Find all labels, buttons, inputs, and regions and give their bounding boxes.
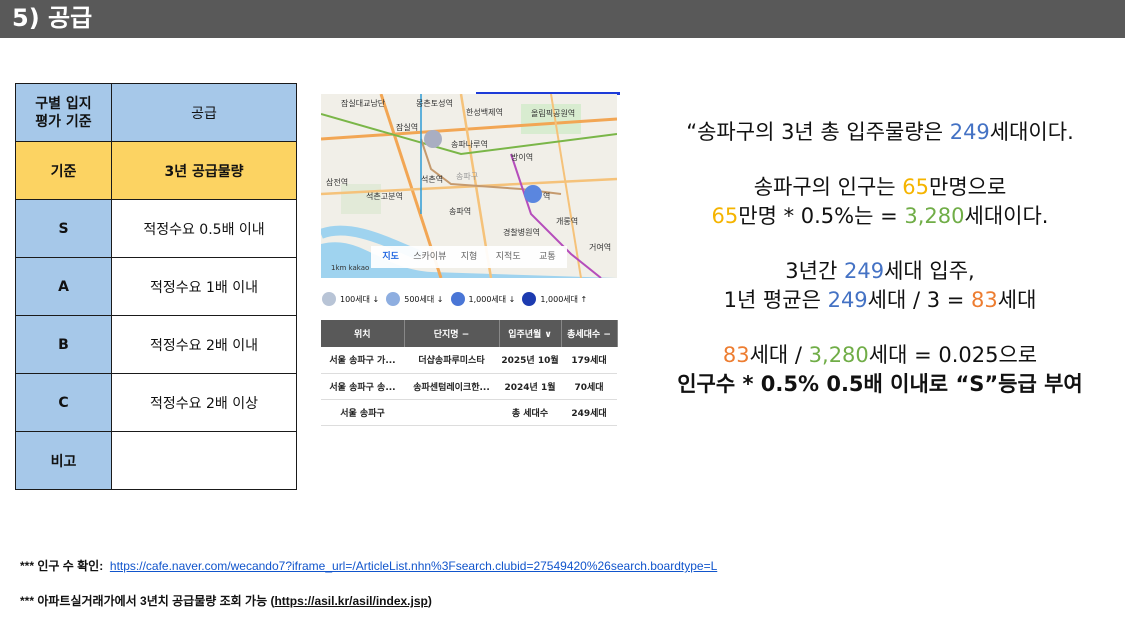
criteria-grade: 기준 [15,141,112,200]
map-tab-bar: 지도 스카이뷰 지형 지적도 교통 [371,246,567,268]
table-cell: 2025년 10월 [499,347,561,374]
table-cell: 송파센텀레이크한... [404,373,499,400]
pin-icon [322,292,336,306]
criteria-value: 적정수요 0.5배 이내 [111,199,297,258]
table-row: 서울 송파구 총 세대수 249세대 [321,399,617,426]
criteria-header-left: 구별 입지 평가 기준 [15,83,112,142]
col-location[interactable]: 위치 [321,320,405,347]
map-label: 석촌고분역 [366,192,403,201]
table-cell: 더샵송파루미스타 [404,347,499,374]
map-label: 방이역 [511,153,534,162]
map-label: 몽촌토성역 [416,99,453,108]
analysis-line: 65만명 * 0.5%는 = 3,280세대이다. [711,204,1049,228]
criteria-row: B 적정수요 2배 이내 [15,315,297,374]
asil-link[interactable]: https://asil.kr/asil/index.jsp [274,594,427,608]
analysis-line: 1년 평균은 249세대 / 3 = 83세대 [723,288,1037,312]
complex-table: 위치 단지명 − 입주년월 ∨ 총세대수 − 서울 송파구 가... 더샵송파루… [321,320,618,426]
map-label: 잠실역 [396,123,419,132]
tab-cadastral[interactable]: 지적도 [489,246,528,268]
footnote-supply: *** 아파트실거래가에서 3년치 공급물량 조회 가능 (https://as… [20,594,432,608]
map-label: 거여역 [589,243,612,252]
pin-icon [450,292,465,306]
criteria-grade: A [15,257,112,316]
map-label: 역 [543,192,551,201]
criteria-value: 적정수요 2배 이내 [111,315,297,374]
footnote-population: *** 인구 수 확인: https://cafe.naver.com/weca… [20,559,718,573]
table-cell: 179세대 [561,347,617,374]
col-complex-name[interactable]: 단지명 − [404,320,500,347]
legend-item: 1,000세대 ↑ [521,291,587,307]
pin-icon [522,292,537,306]
map-scale: 1km kakao [331,264,370,272]
analysis-line: 83세대 / 3,280세대 = 0.025으로 [722,343,1038,367]
analysis-line: 3년간 249세대 입주, [785,259,975,283]
table-cell: 서울 송파구 가... [321,347,404,374]
criteria-value: 3년 공급물량 [111,141,297,200]
map-label: 삼전역 [326,178,349,187]
map-label: 한성백제역 [466,108,503,117]
population-link[interactable]: https://cafe.naver.com/wecando7?iframe_u… [110,559,717,573]
map-label: 송파역 [449,207,472,216]
map-legend: 100세대 ↓ 500세대 ↓ 1,000세대 ↓ 1,000세대 ↑ [321,289,621,309]
section-title: 5) 공급 [12,4,93,32]
criteria-grade: 비고 [15,431,112,490]
map-label: 잠실대교남단 [341,99,386,108]
criteria-header-right: 공급 [111,83,297,142]
criteria-table: 구별 입지 평가 기준 공급 기준 3년 공급물량 S 적정수요 0.5배 이내… [15,83,297,490]
table-cell: 서울 송파구 [321,399,404,426]
col-move-in-date[interactable]: 입주년월 ∨ [499,320,562,347]
map-label: 올림픽공원역 [531,109,576,118]
criteria-row: C 적정수요 2배 이상 [15,373,297,432]
analysis-conclusion: 인구수 * 0.5% 0.5배 이내로 “S”등급 부여 [677,372,1083,396]
table-row[interactable]: 서울 송파구 송... 송파센텀레이크한... 2024년 1월 70세대 [321,373,617,400]
table-cell: 총 세대수 [499,399,561,426]
legend-item: 100세대 ↓ [321,291,379,307]
table-cell [404,399,499,426]
col-total-units[interactable]: 총세대수 − [561,320,618,347]
criteria-value [111,431,297,490]
map-label: 석촌역 [421,175,444,184]
legend-item: 1,000세대 ↓ [450,291,515,307]
analysis-line: 송파구의 인구는 65만명으로 [753,175,1007,199]
pin-icon [386,292,401,306]
criteria-value: 적정수요 2배 이상 [111,373,297,432]
map-label: 개롱역 [556,217,579,226]
criteria-row: A 적정수요 1배 이내 [15,257,297,316]
criteria-grade: C [15,373,112,432]
table-cell: 2024년 1월 [499,373,561,400]
criteria-row: S 적정수요 0.5배 이내 [15,199,297,258]
tab-traffic[interactable]: 교통 [528,246,567,268]
tab-terrain[interactable]: 지형 [449,246,488,268]
table-cell: 249세대 [561,399,617,426]
criteria-grade: S [15,199,112,258]
criteria-value: 적정수요 1배 이내 [111,257,297,316]
map-label: 송파구 [456,172,479,181]
tab-skyview[interactable]: 스카이뷰 [410,246,449,268]
legend-item: 500세대 ↓ [385,291,444,307]
map-label: 경찰병원역 [503,228,540,237]
table-cell: 서울 송파구 송... [321,373,404,400]
tab-map[interactable]: 지도 [371,246,410,268]
criteria-grade: B [15,315,112,374]
criteria-row: 비고 [15,431,297,490]
table-cell: 70세대 [561,373,617,400]
map-view[interactable]: 잠실대교남단 몽촌토성역 한성백제역 올림픽공원역 잠실역 송파나루역 방이역 … [321,94,617,278]
map-label: 송파나루역 [451,140,488,149]
criteria-row: 기준 3년 공급물량 [15,141,297,200]
section-header: 5) 공급 [0,0,1125,38]
analysis-text: “송파구의 3년 총 입주물량은 249세대이다. 송파구의 인구는 65만명으… [640,118,1120,399]
analysis-line: “송파구의 3년 총 입주물량은 249세대이다. [686,120,1074,144]
table-row[interactable]: 서울 송파구 가... 더샵송파루미스타 2025년 10월 179세대 [321,347,617,374]
